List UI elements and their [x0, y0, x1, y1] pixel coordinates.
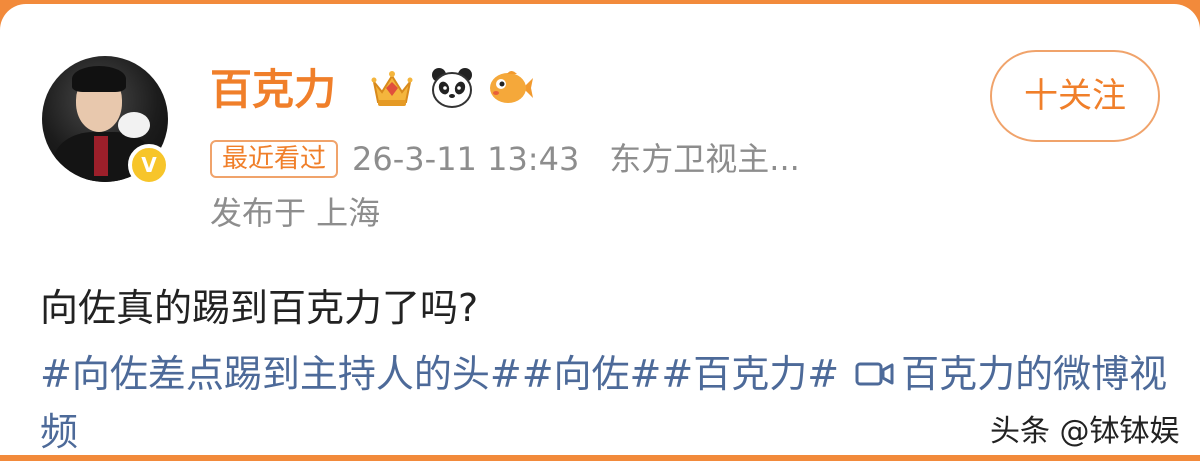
- video-camera-icon: [855, 362, 894, 386]
- panda-icon[interactable]: [428, 64, 476, 112]
- fish-icon[interactable]: [487, 64, 535, 112]
- hashtag-link[interactable]: #向佐#: [522, 352, 662, 396]
- hashtag-link[interactable]: #百克力#: [661, 352, 839, 396]
- watermark: 头条 @钵钵娱: [990, 414, 1180, 449]
- post-text: 向佐真的踢到百克力了吗?: [40, 286, 479, 330]
- follow-button[interactable]: 十关注: [990, 50, 1160, 142]
- recently-viewed-tag: 最近看过: [210, 140, 339, 178]
- meta-row: 最近看过 26-3-11 13:43 东方卫视主...: [210, 137, 800, 181]
- avatar-tie: [94, 136, 108, 176]
- avatar-mascot: [118, 112, 150, 138]
- weibo-post-card: V 百克力 十关注 最近看过 26-3-11 13:43 东方卫视主... 发布…: [0, 4, 1200, 455]
- post-time: 26-3-11 13:43: [352, 140, 580, 178]
- post-location: 发布于 上海: [210, 194, 381, 232]
- crown-icon[interactable]: [368, 64, 416, 112]
- post-source[interactable]: 东方卫视主...: [609, 137, 800, 181]
- username[interactable]: 百克力: [210, 62, 336, 118]
- avatar-hair: [72, 66, 126, 92]
- hashtag-link[interactable]: #向佐差点踢到主持人的头#: [40, 352, 522, 396]
- verified-badge-icon: V: [128, 144, 170, 186]
